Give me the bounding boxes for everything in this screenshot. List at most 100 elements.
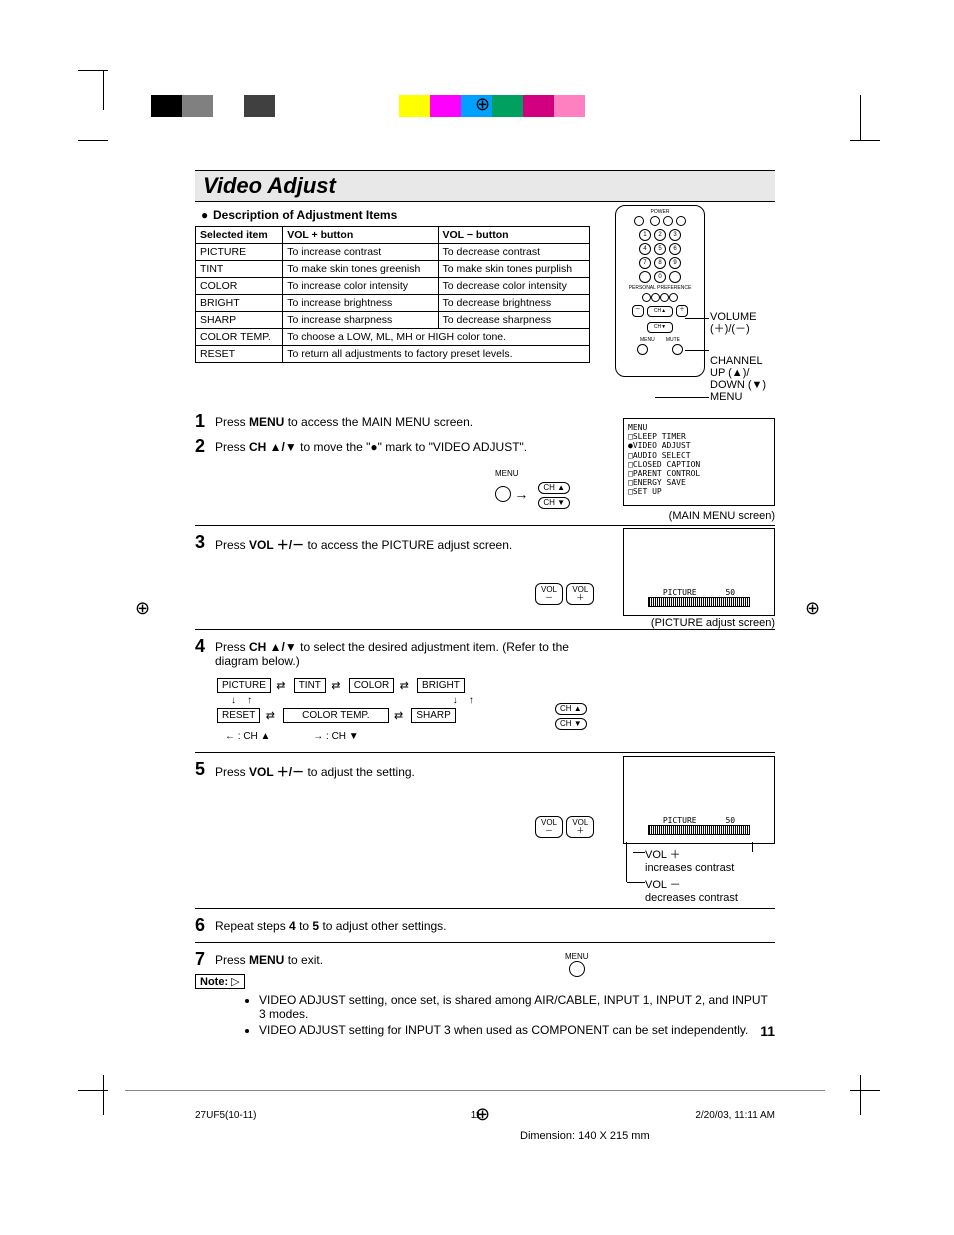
diagram-box: COLOR TEMP.	[283, 708, 388, 723]
screen-caption: (PICTURE adjust screen)	[625, 617, 775, 629]
button-hint-row: CH ▲ CH ▼	[555, 700, 587, 730]
crop-mark	[850, 140, 880, 141]
vol-minus-button: VOL －	[535, 816, 563, 838]
crop-mark	[103, 1075, 104, 1115]
step-text: Press MENU to exit.	[215, 949, 775, 970]
menu-item: □AUDIO SELECT	[628, 451, 770, 460]
legend-left: ← : CH ▲	[225, 731, 270, 742]
table-row: COLOR TEMP.To choose a LOW, ML, MH or HI…	[196, 329, 590, 346]
menu-item: □CLOSED CAPTION	[628, 460, 770, 469]
crop-mark	[860, 95, 861, 140]
page-number: 11	[760, 1023, 775, 1039]
remote-diagram: POWER 1 2 3 4 5 6 7 8 9	[615, 205, 780, 377]
page-content: Video Adjust ● Description of Adjustment…	[195, 170, 775, 1039]
remote-menu-label: MENU	[710, 391, 742, 403]
diagram-box: RESET	[217, 708, 260, 723]
menu-button-icon	[495, 486, 511, 502]
note-item: VIDEO ADJUST setting for INPUT 3 when us…	[259, 1023, 775, 1037]
remote-volume-label: VOLUME(＋)/(－)	[710, 311, 756, 335]
step-number: 1	[195, 411, 215, 432]
arrow-right-icon: →	[514, 486, 528, 502]
divider	[195, 525, 775, 526]
vol-plus-caption: VOL ＋ increases contrast	[645, 846, 775, 874]
step-number: 6	[195, 915, 215, 936]
picture-adjust-screen-2: PICTURE 50	[623, 756, 775, 844]
footer-left: 27UF5(10-11)	[195, 1110, 257, 1121]
step-text: Press CH ▲/▼ to select the desired adjus…	[215, 636, 595, 668]
menu-button-hint: MENU	[565, 952, 589, 977]
note-label: Note: ▷	[195, 974, 245, 989]
crop-line	[125, 1090, 825, 1091]
step-number: 5	[195, 759, 215, 780]
screen-caption: (MAIN MENU screen)	[625, 510, 775, 522]
vol-minus-button: VOL －	[535, 583, 563, 605]
step-text: Repeat steps 4 to 5 to adjust other sett…	[215, 915, 775, 936]
crop-mark	[860, 1075, 861, 1115]
table-header: VOL + button	[283, 227, 438, 244]
ch-down-button: CH ▼	[538, 497, 570, 509]
diagram-box: COLOR	[349, 678, 395, 693]
bullet-icon: ●	[201, 208, 208, 222]
note-list: VIDEO ADJUST setting, once set, is share…	[219, 993, 775, 1037]
gauge-bar	[648, 597, 750, 607]
step-number: 7	[195, 949, 215, 970]
page-title: Video Adjust	[195, 170, 775, 202]
step-number: 4	[195, 636, 215, 668]
gauge-bar	[648, 825, 750, 835]
navigation-diagram: PICTURE⇄ TINT⇄ COLOR⇄ BRIGHT ↓ ↑ ↓ ↑ RES…	[215, 676, 775, 742]
menu-button-icon	[569, 961, 585, 977]
table-row: TINTTo make skin tones greenishTo make s…	[196, 261, 590, 278]
divider	[195, 942, 775, 943]
registration-mark-icon: ⊕	[805, 598, 820, 619]
menu-items-list: MENU □SLEEP TIMER●VIDEO ADJUST□AUDIO SEL…	[624, 419, 774, 501]
step-number: 2	[195, 436, 215, 457]
table-header: Selected item	[196, 227, 283, 244]
ch-down-button: CH ▼	[555, 718, 587, 730]
diagram-box: SHARP	[411, 708, 455, 723]
crop-mark	[850, 1090, 880, 1091]
divider	[195, 629, 775, 630]
dimension-note: Dimension: 140 X 215 mm	[520, 1130, 650, 1142]
menu-item: □PARENT CONTROL	[628, 469, 770, 478]
footer-right: 2/20/03, 11:11 AM	[695, 1110, 775, 1121]
menu-item: □SLEEP TIMER	[628, 432, 770, 441]
main-menu-screen: MENU □SLEEP TIMER●VIDEO ADJUST□AUDIO SEL…	[623, 418, 775, 506]
registration-mark-icon: ⊕	[135, 598, 150, 619]
table-row: SHARPTo increase sharpnessTo decrease sh…	[196, 312, 590, 329]
crop-mark	[78, 140, 108, 141]
registration-mark-icon: ⊕	[475, 94, 490, 115]
note-item: VIDEO ADJUST setting, once set, is share…	[259, 993, 775, 1021]
vol-minus-caption: VOL － decreases contrast	[645, 876, 775, 904]
menu-item: □ENERGY SAVE	[628, 478, 770, 487]
step-7: 7 Press MENU to exit.	[195, 949, 775, 970]
step-4: 4 Press CH ▲/▼ to select the desired adj…	[195, 636, 775, 668]
steps-section: 1 Press MENU to access the MAIN MENU scr…	[195, 411, 775, 1037]
table-row: BRIGHTTo increase brightnessTo decrease …	[196, 295, 590, 312]
ch-up-button: CH ▲	[555, 703, 587, 715]
registration-mark-icon: ⊕	[475, 1104, 490, 1125]
picture-adjust-screen: PICTURE 50	[623, 528, 775, 616]
menu-button-label: MENU	[495, 469, 519, 478]
table-row: PICTURETo increase contrastTo decrease c…	[196, 244, 590, 261]
remote-channel-label: CHANNELUP (▲)/ DOWN (▼)	[710, 343, 766, 391]
crop-mark	[103, 70, 104, 110]
diagram-box: TINT	[294, 678, 326, 693]
table-row: COLORTo increase color intensityTo decre…	[196, 278, 590, 295]
table-header: VOL − button	[438, 227, 589, 244]
color-registration-bar	[120, 95, 616, 117]
adjustment-items-table: Selected itemVOL + buttonVOL − button PI…	[195, 226, 590, 363]
vol-plus-button: VOL ＋	[566, 816, 594, 838]
note-section: Note: ▷ VIDEO ADJUST setting, once set, …	[195, 974, 775, 1037]
menu-item: □SET UP	[628, 487, 770, 496]
vol-plus-button: VOL ＋	[566, 583, 594, 605]
table-row: RESETTo return all adjustments to factor…	[196, 346, 590, 363]
legend-right: → : CH ▼	[313, 731, 358, 742]
diagram-box: BRIGHT	[417, 678, 465, 693]
step-number: 3	[195, 532, 215, 553]
divider	[195, 908, 775, 909]
menu-item: ●VIDEO ADJUST	[628, 441, 770, 450]
divider	[195, 752, 775, 753]
diagram-box: PICTURE	[217, 678, 271, 693]
ch-up-button: CH ▲	[538, 482, 570, 494]
step-6: 6 Repeat steps 4 to 5 to adjust other se…	[195, 915, 775, 936]
